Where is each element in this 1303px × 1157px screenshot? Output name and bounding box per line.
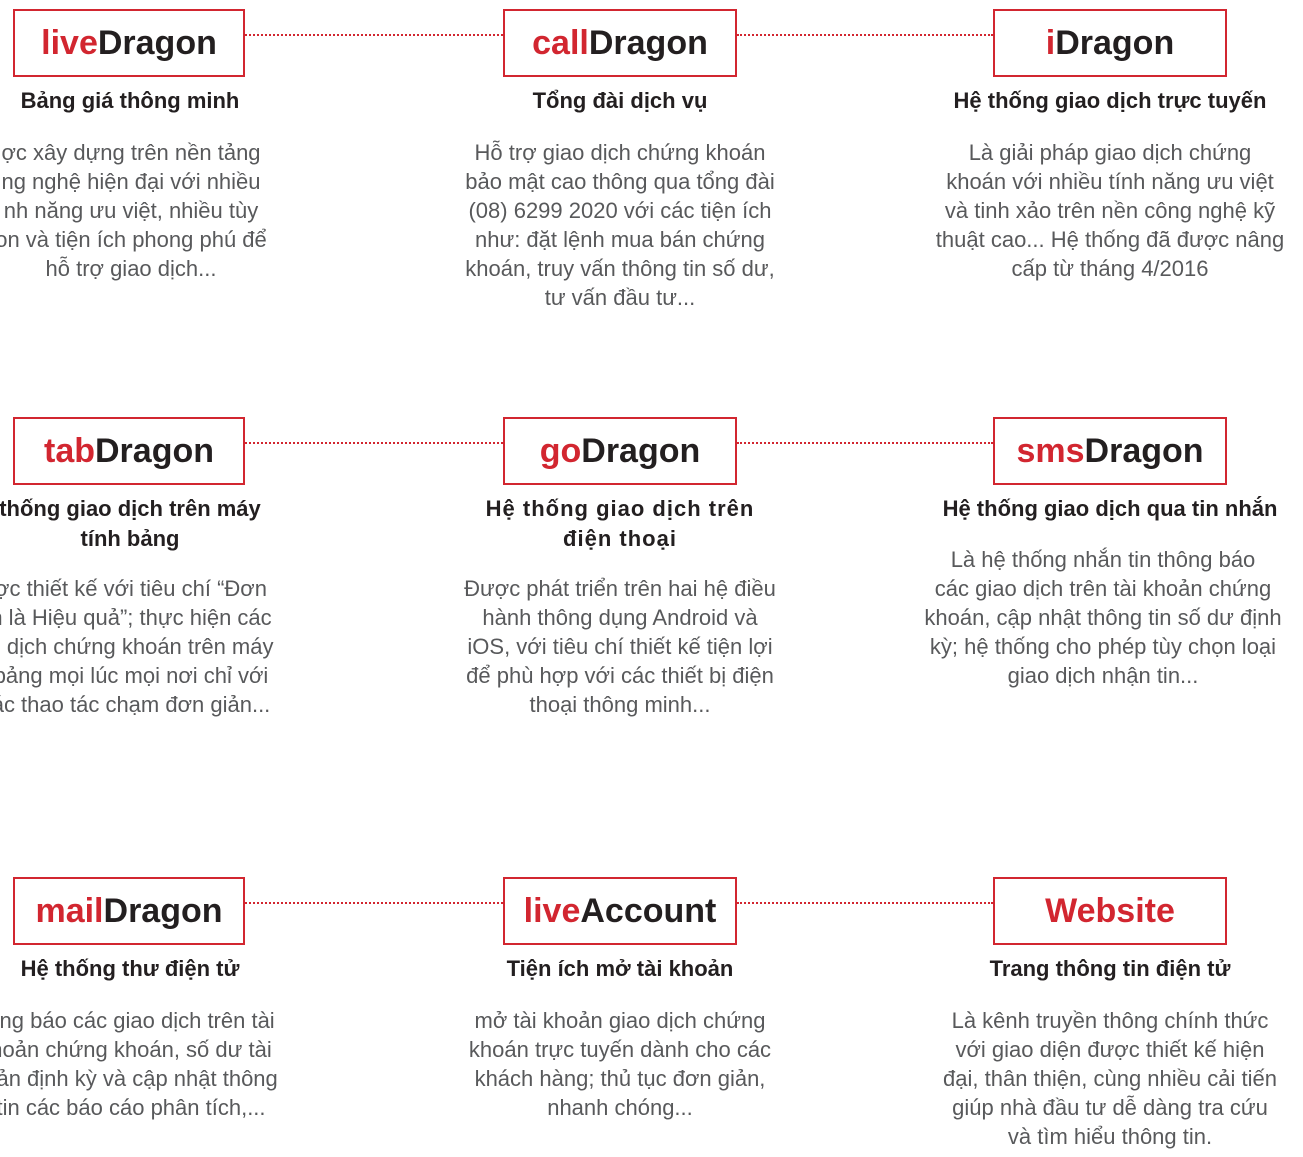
product-row-2: tab Dragon thống giao dịch trên máy tính … bbox=[0, 408, 1303, 738]
product-description: Được phát triển trên hai hệ điều hành th… bbox=[464, 576, 776, 717]
product-description: Là giải pháp giao dịch chứng khoán với n… bbox=[935, 140, 1285, 281]
product-description: Là hệ thống nhắn tin thông báo các giao … bbox=[924, 547, 1282, 688]
product-title-name: Dragon bbox=[97, 23, 217, 62]
connector-line bbox=[245, 442, 503, 444]
product-title-name: Dragon bbox=[1084, 431, 1204, 470]
product-title-box[interactable]: call Dragon bbox=[503, 9, 737, 77]
product-title-accent: Website bbox=[1045, 891, 1175, 930]
product-title-box[interactable]: sms Dragon bbox=[993, 417, 1227, 485]
product-title-accent: live bbox=[523, 891, 581, 930]
product-subtitle: Tiện ích mở tài khoản bbox=[506, 956, 734, 981]
product-title-accent: tab bbox=[44, 431, 95, 470]
product-title-accent: go bbox=[539, 431, 582, 470]
connector-line bbox=[245, 34, 503, 36]
product-row-1: live Dragon Bảng giá thông minh ợc xây dự… bbox=[0, 0, 1303, 330]
product-subtitle: Bảng giá thông minh bbox=[20, 88, 240, 113]
product-title-box[interactable]: go Dragon bbox=[503, 417, 737, 485]
product-title-box[interactable]: i Dragon bbox=[993, 9, 1227, 77]
product-title-accent: sms bbox=[1016, 431, 1085, 470]
product-row-3: mailDragon Hệ thống thư điện tử ông báo … bbox=[0, 868, 1303, 1157]
product-subtitle: Hệ thống giao dịch trên điện thoại bbox=[485, 496, 755, 551]
product-subtitle: Trang thông tin điện tử bbox=[989, 956, 1231, 981]
product-title-box[interactable]: live Account bbox=[503, 877, 737, 945]
connector-line bbox=[737, 442, 993, 444]
product-description: Là kênh truyền thông chính thức với giao… bbox=[943, 1008, 1277, 1149]
product-title-box[interactable]: mail Dragon bbox=[13, 877, 245, 945]
product-description: ợc thiết kế với tiêu chí “Đơn n là Hiệu … bbox=[0, 576, 274, 717]
product-title-name: Dragon bbox=[581, 431, 701, 470]
product-title-name: Account bbox=[580, 891, 717, 930]
connector-line bbox=[245, 902, 503, 904]
product-subtitle: Hệ thống giao dịch trực tuyến bbox=[953, 88, 1267, 113]
product-subtitle: Tổng đài dịch vụ bbox=[532, 88, 708, 113]
product-title-box[interactable]: Website bbox=[993, 877, 1227, 945]
product-description: ông báo các giao dịch trên tài hoản chứn… bbox=[0, 1008, 278, 1120]
product-title-name: Dragon bbox=[1055, 23, 1175, 62]
connector-line bbox=[737, 902, 993, 904]
product-description: ợc xây dựng trên nền tảng ng nghệ hiện đ… bbox=[0, 140, 267, 281]
product-subtitle: thống giao dịch trên máy tính bảng bbox=[0, 496, 261, 551]
product-title-box[interactable]: tab Dragon bbox=[13, 417, 245, 485]
product-title-name: Dragon bbox=[588, 23, 708, 62]
product-title-accent: live bbox=[41, 23, 98, 62]
product-title-accent: mail bbox=[35, 891, 104, 930]
product-subtitle: Hệ thống giao dịch qua tin nhắn bbox=[942, 496, 1278, 521]
product-title-box[interactable]: live Dragon bbox=[13, 9, 245, 77]
product-title-name: Dragon bbox=[103, 891, 223, 930]
product-description: Hỗ trợ giao dịch chứng khoán bảo mật cao… bbox=[465, 140, 775, 310]
connector-line bbox=[737, 34, 993, 36]
product-title-accent: call bbox=[532, 23, 589, 62]
product-description: mở tài khoản giao dịch chứng khoán trực … bbox=[468, 1008, 772, 1120]
product-title-name: Dragon bbox=[95, 431, 214, 470]
product-title-accent: i bbox=[1045, 23, 1056, 62]
product-subtitle: Hệ thống thư điện tử bbox=[20, 956, 240, 981]
